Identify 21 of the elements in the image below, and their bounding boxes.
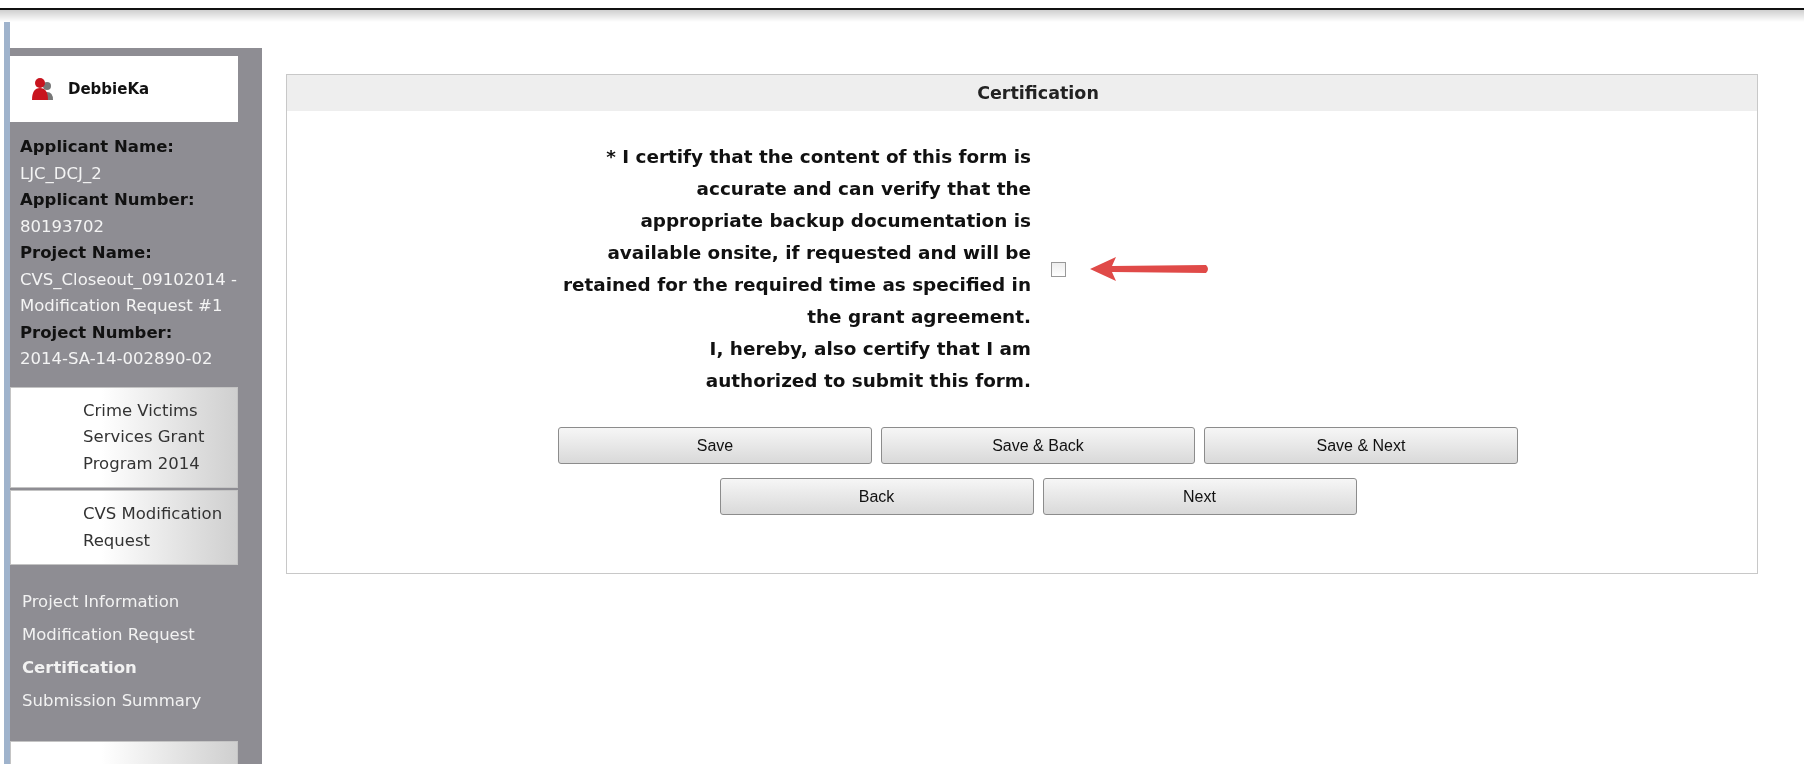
form-button[interactable]: Save: [558, 427, 872, 464]
form-button[interactable]: Next: [1042, 478, 1357, 515]
certification-statement: * I certify that the content of this form is accurate and can verify that the appropriate backup documentation is available onsite, if requested and will be retained for the required time as specified in the grant agreement. I, hereby, also certify that I am authorized to submit this form.: [562, 145, 1031, 393]
field-label: Applicant Number:: [20, 189, 195, 211]
user-name: DebbieKa: [68, 80, 150, 98]
certify-checkbox[interactable]: [1051, 261, 1066, 277]
field-label: Project Name:: [20, 242, 152, 264]
nav-card[interactable]: [10, 741, 238, 764]
field-label: Applicant Name:: [20, 136, 174, 158]
field-value: 80193702: [20, 215, 104, 238]
panel-title: Certification: [977, 82, 1099, 105]
users-icon: [30, 76, 56, 102]
field-label: Project Number:: [20, 321, 173, 344]
form-button[interactable]: Save & Next: [1204, 427, 1518, 464]
nav-card[interactable]: CVS Modification Request: [10, 490, 238, 565]
field-value: CVS_Closeout_09102014 - Modification Request #1: [20, 268, 238, 317]
field-value: LJC_DCJ_2: [20, 162, 102, 185]
form-button[interactable]: Save & Back: [881, 427, 1195, 464]
nav-card[interactable]: Crime Victims Services Grant Program 2014: [10, 386, 238, 488]
form-button[interactable]: Back: [719, 478, 1034, 515]
field-value: 2014-SA-14-002890-02: [20, 348, 213, 370]
